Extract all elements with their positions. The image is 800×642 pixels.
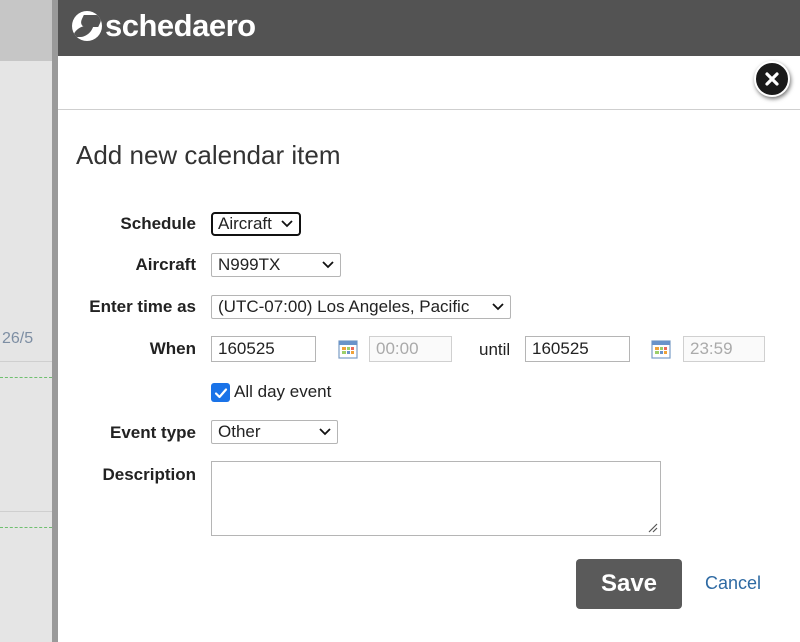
- aircraft-select-value: N999TX: [218, 255, 281, 274]
- end-date-input[interactable]: 160525: [525, 336, 630, 362]
- close-icon: [765, 72, 779, 86]
- dialog-title: Add new calendar item: [76, 140, 341, 170]
- background-divider: [0, 361, 52, 362]
- until-label: until: [479, 340, 511, 359]
- all-day-checkbox[interactable]: [211, 383, 230, 402]
- calendar-icon[interactable]: [651, 339, 671, 359]
- end-time-input[interactable]: 23:59: [683, 336, 765, 362]
- schedaero-logo: schedaero: [72, 10, 256, 42]
- chevron-down-icon: [322, 261, 334, 269]
- aircraft-select[interactable]: N999TX: [211, 253, 341, 277]
- chevron-down-icon: [319, 428, 331, 436]
- when-label: When: [149, 339, 196, 358]
- chevron-down-icon: [281, 220, 293, 228]
- schedule-select-value: Aircraft: [218, 214, 272, 233]
- background-dashed-line: [0, 377, 52, 378]
- background-date-label: 26/5: [2, 330, 34, 347]
- schedule-label: Schedule: [120, 214, 196, 233]
- chevron-down-icon: [492, 303, 504, 311]
- start-date-input[interactable]: 160525: [211, 336, 316, 362]
- resize-handle-icon[interactable]: [647, 522, 658, 533]
- cancel-link[interactable]: Cancel: [705, 573, 761, 594]
- event-type-label: Event type: [110, 423, 196, 442]
- checkmark-icon: [214, 387, 227, 398]
- event-type-select[interactable]: Other: [211, 420, 338, 444]
- save-button[interactable]: Save: [576, 559, 682, 609]
- add-calendar-item-dialog: schedaero Add new calendar item Schedule…: [58, 0, 800, 642]
- time-zone-select-value: (UTC-07:00) Los Angeles, Pacific: [218, 297, 470, 316]
- description-textarea[interactable]: [211, 461, 661, 536]
- header-divider: [58, 109, 800, 110]
- brand-name: schedaero: [105, 8, 256, 43]
- background-divider: [0, 511, 52, 512]
- time-zone-label: Enter time as: [89, 297, 196, 316]
- schedaero-logo-icon: [72, 11, 102, 41]
- description-label: Description: [102, 465, 196, 484]
- event-type-select-value: Other: [218, 422, 261, 441]
- calendar-icon[interactable]: [338, 339, 358, 359]
- background-topbar: [0, 0, 52, 61]
- aircraft-label: Aircraft: [135, 255, 196, 274]
- modal-header: schedaero: [58, 0, 800, 56]
- schedule-select[interactable]: Aircraft: [211, 212, 301, 236]
- start-time-input[interactable]: 00:00: [369, 336, 452, 362]
- all-day-label[interactable]: All day event: [234, 382, 331, 402]
- background-app: 26/5: [0, 0, 52, 642]
- time-zone-select[interactable]: (UTC-07:00) Los Angeles, Pacific: [211, 295, 511, 319]
- background-dashed-line: [0, 527, 52, 528]
- close-button[interactable]: [754, 61, 790, 97]
